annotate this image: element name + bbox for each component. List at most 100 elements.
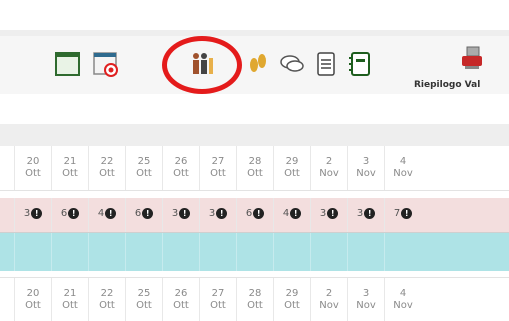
date-day: 4 (399, 288, 407, 299)
count-value: 7 (393, 208, 401, 219)
date-month: Nov (393, 168, 413, 179)
count-cell[interactable]: 6! (236, 198, 273, 232)
date-cell: 29 Ott (273, 146, 310, 190)
date-month: Ott (210, 168, 226, 179)
date-day: 26 (174, 288, 188, 299)
empty-cell[interactable] (14, 233, 51, 271)
date-cell: 3 Nov (347, 278, 384, 321)
count-cell[interactable]: 3! (199, 198, 236, 232)
count-cell[interactable]: 7! (384, 198, 421, 232)
count-cell[interactable]: 3! (162, 198, 199, 232)
empty-cell[interactable] (384, 233, 421, 271)
summary-label[interactable]: Riepilogo Val (414, 80, 480, 90)
empty-cell[interactable] (88, 233, 125, 271)
date-month: Ott (247, 300, 263, 311)
date-day: 3 (362, 288, 370, 299)
date-day: 25 (137, 156, 151, 167)
date-month: Ott (62, 300, 78, 311)
date-month: Nov (319, 300, 339, 311)
count-value: 6 (245, 208, 253, 219)
alert-badge-icon: ! (216, 208, 228, 219)
top-bar (0, 0, 509, 30)
date-cell: 29 Ott (273, 278, 310, 321)
count-value: 3 (208, 208, 216, 219)
count-cell[interactable]: 3! (347, 198, 384, 232)
date-cell: 3 Nov (347, 146, 384, 190)
date-header-row: 20 Ott 21 Ott 22 Ott 25 Ott 26 Ott 27 Ott 28 Ot… (0, 146, 509, 191)
highlight-row (0, 232, 509, 271)
document-icon[interactable] (312, 50, 340, 78)
count-cell[interactable]: 3! (14, 198, 51, 232)
date-cell: 21 Ott (51, 146, 88, 190)
empty-cell[interactable] (199, 233, 236, 271)
count-cell[interactable]: 6! (51, 198, 88, 232)
date-day: 2 (325, 156, 333, 167)
people-group-icon[interactable] (188, 50, 216, 78)
date-month: Ott (136, 168, 152, 179)
empty-cell[interactable] (236, 233, 273, 271)
empty-cell[interactable] (51, 233, 88, 271)
date-day: 22 (100, 288, 114, 299)
date-month: Nov (356, 300, 376, 311)
empty-cell[interactable] (310, 233, 347, 271)
date-day: 4 (399, 156, 407, 167)
date-day: 20 (26, 288, 40, 299)
chat-bubbles-icon[interactable] (278, 50, 306, 78)
date-month: Ott (284, 168, 300, 179)
alert-badge-icon: ! (179, 208, 191, 219)
date-cell: 25 Ott (125, 278, 162, 321)
calendar-target-icon[interactable] (92, 50, 120, 78)
date-cell: 22 Ott (88, 278, 125, 321)
date-day: 21 (63, 288, 77, 299)
count-cell[interactable]: 6! (125, 198, 162, 232)
alert-badge-icon: ! (68, 208, 80, 219)
date-cell: 2 Nov (310, 146, 347, 190)
date-month: Ott (99, 168, 115, 179)
alert-badge-icon: ! (401, 208, 413, 219)
count-value: 4 (97, 208, 105, 219)
alert-badge-icon: ! (142, 208, 154, 219)
date-month: Ott (173, 300, 189, 311)
date-day: 2 (325, 288, 333, 299)
footprints-icon[interactable] (244, 50, 272, 78)
date-cell: 28 Ott (236, 146, 273, 190)
alert-badge-icon: ! (31, 208, 43, 219)
count-cell[interactable]: 4! (273, 198, 310, 232)
date-day: 28 (248, 288, 262, 299)
grid-header-band (0, 124, 509, 146)
count-row: 3! 6! 4! 6! 3! 3! 6! 4! 3! 3! 7! (0, 198, 509, 232)
empty-cell[interactable] (125, 233, 162, 271)
date-month: Ott (25, 300, 41, 311)
date-day: 29 (285, 288, 299, 299)
date-day: 21 (63, 156, 77, 167)
empty-cell[interactable] (273, 233, 310, 271)
empty-cell[interactable] (347, 233, 384, 271)
date-day: 20 (26, 156, 40, 167)
date-day: 29 (285, 156, 299, 167)
date-day: 28 (248, 156, 262, 167)
date-cell: 4 Nov (384, 146, 421, 190)
date-cell: 22 Ott (88, 146, 125, 190)
date-month: Ott (99, 300, 115, 311)
empty-cell[interactable] (162, 233, 199, 271)
date-day: 26 (174, 156, 188, 167)
count-value: 3 (171, 208, 179, 219)
date-month: Ott (247, 168, 263, 179)
date-cell: 20 Ott (14, 278, 51, 321)
alert-badge-icon: ! (253, 208, 265, 219)
date-day: 25 (137, 288, 151, 299)
notebook-icon[interactable] (346, 50, 374, 78)
date-month: Nov (319, 168, 339, 179)
alert-badge-icon: ! (364, 208, 376, 219)
calendar-window-icon[interactable] (54, 50, 82, 78)
date-cell: 28 Ott (236, 278, 273, 321)
pdf-stamp-icon[interactable] (458, 44, 486, 72)
date-cell: 21 Ott (51, 278, 88, 321)
date-day: 27 (211, 288, 225, 299)
date-month: Ott (62, 168, 78, 179)
date-footer-row: 20 Ott 21 Ott 22 Ott 25 Ott 26 Ott 27 Ott 28 Ot… (0, 277, 509, 321)
date-cell: 27 Ott (199, 146, 236, 190)
count-cell[interactable]: 4! (88, 198, 125, 232)
count-cell[interactable]: 3! (310, 198, 347, 232)
count-value: 6 (134, 208, 142, 219)
